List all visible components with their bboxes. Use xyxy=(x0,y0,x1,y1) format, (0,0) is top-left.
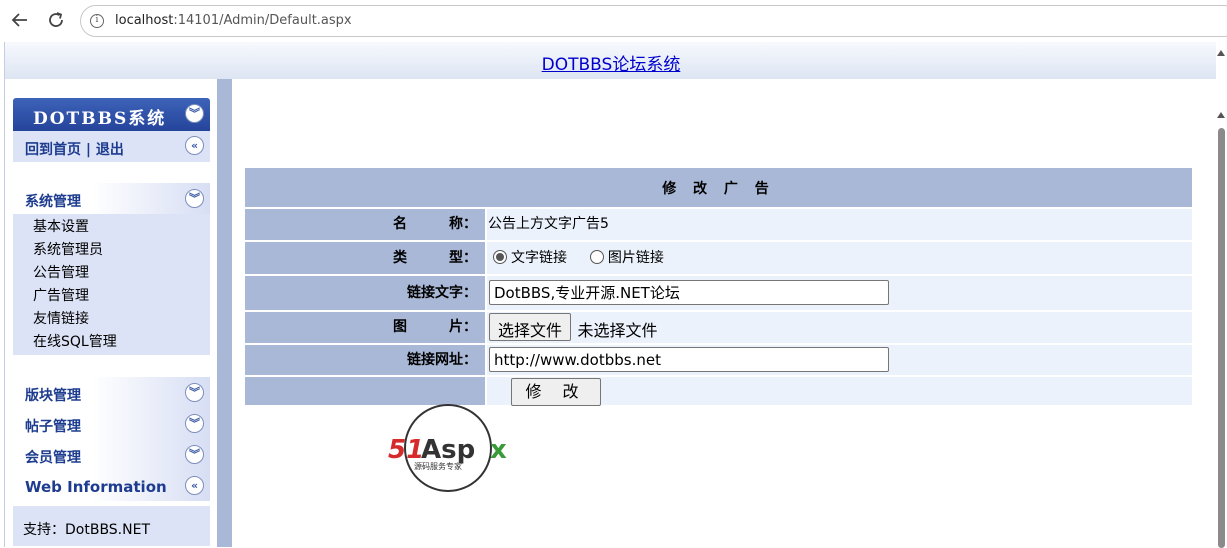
chevron-left-icon[interactable]: « xyxy=(185,136,204,155)
link-text-label: 链接文字： xyxy=(245,276,485,310)
home-logout-link[interactable]: 回到首页 | 退出 xyxy=(25,139,124,159)
form-title: 修 改 广 告 xyxy=(662,181,775,197)
link-text-cell xyxy=(487,276,1192,310)
svg-text:51: 51 xyxy=(388,435,424,465)
svg-text:源码服务专家: 源码服务专家 xyxy=(414,461,462,471)
section-system-header[interactable]: 系统管理 ︾ xyxy=(13,183,210,214)
section-board-label: 版块管理 xyxy=(25,388,81,404)
browser-toolbar: i localhost:14101/Admin/Default.aspx xyxy=(0,0,1227,42)
svg-text:x: x xyxy=(490,435,507,465)
support-box: 支持：DotBBS.NET xyxy=(13,506,210,546)
submit-cell: 修 改 xyxy=(487,377,1192,406)
menu-item-announcements[interactable]: 公告管理 xyxy=(13,262,210,285)
back-button[interactable] xyxy=(8,8,32,32)
sidebar-divider xyxy=(217,79,232,547)
svg-text:Asp: Asp xyxy=(421,435,475,465)
link-text-input[interactable] xyxy=(489,280,889,305)
sidebar-brand-title: DOTBBS系统 xyxy=(33,109,167,129)
radio-image-link-label[interactable]: 图片链接 xyxy=(608,250,664,266)
scroll-thumb[interactable] xyxy=(1218,128,1225,548)
top-banner: DOTBBS论坛系统 xyxy=(5,42,1217,79)
chevron-down-icon[interactable]: ︾ xyxy=(185,445,204,464)
section-webinfo-header[interactable]: Web Information « xyxy=(13,470,210,501)
section-system-label: 系统管理 xyxy=(25,194,81,210)
scroll-up-icon[interactable] xyxy=(1217,50,1225,56)
image-cell: 选择文件 未选择文件 xyxy=(487,312,1192,343)
choose-file-button[interactable]: 选择文件 xyxy=(489,313,572,341)
file-status-text: 未选择文件 xyxy=(577,321,658,340)
chevron-left-icon[interactable]: « xyxy=(185,476,204,495)
chevron-down-icon[interactable]: ︾ xyxy=(185,383,204,402)
type-label: 类 型： xyxy=(245,242,485,274)
radio-text-link[interactable] xyxy=(493,250,507,264)
chevron-down-icon[interactable]: ︾ xyxy=(185,189,204,208)
section-member-label: 会员管理 xyxy=(25,450,81,466)
url-text[interactable]: localhost:14101/Admin/Default.aspx xyxy=(115,13,352,28)
arrow-left-icon xyxy=(11,13,27,27)
link-url-cell xyxy=(487,345,1192,375)
radio-text-link-label[interactable]: 文字链接 xyxy=(511,250,567,266)
chevron-down-icon[interactable]: ︾ xyxy=(185,104,204,123)
edit-ad-form: 修 改 广 告 名 称： 公告上方文字广告5 类 型： 文字链接 图片链接 链接… xyxy=(245,168,1192,406)
section-board-header[interactable]: 版块管理 ︾ xyxy=(13,377,210,408)
menu-item-friend-links[interactable]: 友情链接 xyxy=(13,308,210,331)
address-bar[interactable]: i localhost:14101/Admin/Default.aspx xyxy=(80,5,1227,37)
link-url-input[interactable] xyxy=(489,347,889,372)
name-label: 名 称： xyxy=(245,209,485,240)
section-post-header[interactable]: 帖子管理 ︾ xyxy=(13,408,210,439)
sidebar: DOTBBS系统 ︾ 回到首页 | 退出 « 系统管理 ︾ 基本设置 系统管理员… xyxy=(5,79,232,547)
menu-item-ads[interactable]: 广告管理 xyxy=(13,285,210,308)
info-icon[interactable]: i xyxy=(90,14,104,28)
menu-item-admins[interactable]: 系统管理员 xyxy=(13,239,210,262)
type-radio-group: 文字链接 图片链接 xyxy=(487,242,1192,274)
name-value: 公告上方文字广告5 xyxy=(487,209,1192,240)
sidebar-brand-header: DOTBBS系统 ︾ xyxy=(13,98,210,131)
watermark-logo: 51 Asp x 源码服务专家 xyxy=(386,402,516,496)
submit-label-cell xyxy=(245,377,485,405)
home-logout-panel: 回到首页 | 退出 « xyxy=(13,131,210,162)
reload-icon xyxy=(49,12,63,27)
link-url-label: 链接网址： xyxy=(245,345,485,375)
site-title-link[interactable]: DOTBBS论坛系统 xyxy=(542,50,681,75)
submit-button[interactable]: 修 改 xyxy=(511,378,601,406)
section-post-label: 帖子管理 xyxy=(25,419,81,435)
scroll-up-icon[interactable] xyxy=(1217,112,1225,118)
support-text: 支持：DotBBS.NET xyxy=(23,522,151,538)
page-frame: DOTBBS论坛系统 DOTBBS系统 ︾ 回到首页 | 退出 « 系统管理 ︾… xyxy=(4,42,1217,547)
radio-image-link[interactable] xyxy=(589,250,604,264)
chevron-down-icon[interactable]: ︾ xyxy=(185,414,204,433)
section-member-header[interactable]: 会员管理 ︾ xyxy=(13,439,210,470)
vertical-scrollbar[interactable] xyxy=(1216,42,1227,548)
section-webinfo-label: Web Information xyxy=(25,478,167,496)
form-title-row: 修 改 广 告 xyxy=(245,168,1192,207)
menu-item-online-sql[interactable]: 在线SQL管理 xyxy=(13,331,210,354)
menu-item-basic-settings[interactable]: 基本设置 xyxy=(13,216,210,239)
system-menu: 基本设置 系统管理员 公告管理 广告管理 友情链接 在线SQL管理 xyxy=(13,214,210,355)
image-label: 图 片： xyxy=(245,312,485,343)
reload-button[interactable] xyxy=(44,8,68,32)
